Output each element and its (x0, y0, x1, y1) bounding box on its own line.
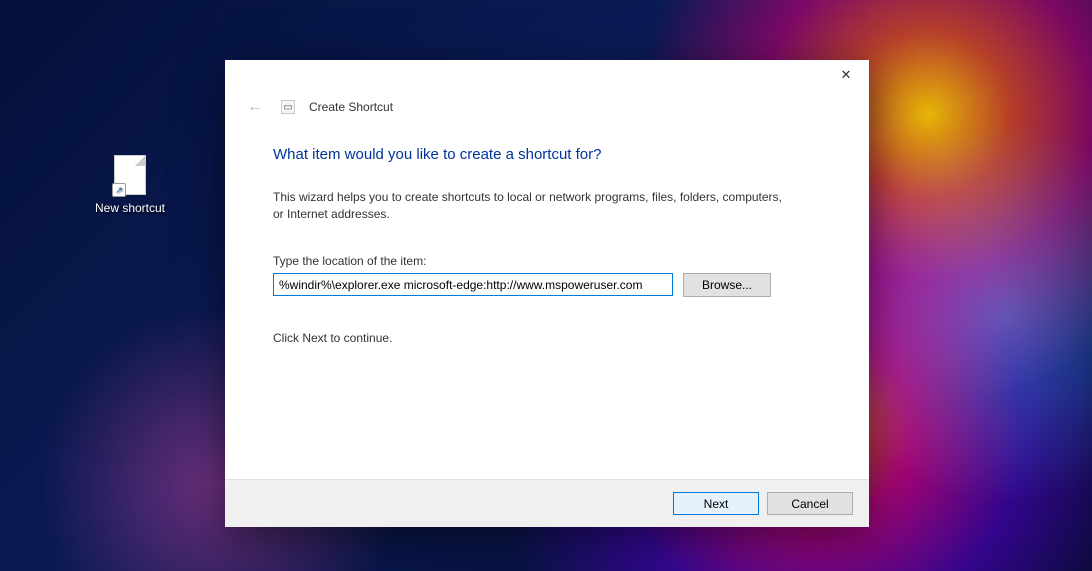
desktop-shortcut-label: New shortcut (85, 201, 175, 215)
desktop-shortcut[interactable]: ↗ New shortcut (85, 155, 175, 215)
close-button[interactable]: ✕ (823, 60, 869, 90)
location-field-row: Browse... (273, 273, 821, 297)
shortcut-arrow-badge: ↗ (112, 183, 126, 197)
dialog-heading: What item would you like to create a sho… (273, 146, 821, 163)
dialog-content: What item would you like to create a sho… (225, 118, 869, 479)
wizard-title: Create Shortcut (309, 100, 393, 114)
continue-hint: Click Next to continue. (273, 331, 821, 345)
next-button[interactable]: Next (673, 492, 759, 515)
location-field-label: Type the location of the item: (273, 254, 821, 268)
dialog-header-row: ← ▭ Create Shortcut (225, 92, 869, 118)
location-input[interactable] (273, 273, 673, 296)
back-button[interactable]: ← (243, 96, 267, 118)
dialog-titlebar: ✕ (225, 60, 869, 92)
arrow-left-icon: ← (247, 98, 263, 115)
create-shortcut-dialog: ✕ ← ▭ Create Shortcut What item would yo… (225, 60, 869, 527)
dialog-footer: Next Cancel (225, 479, 869, 527)
cancel-button[interactable]: Cancel (767, 492, 853, 515)
wizard-icon: ▭ (281, 100, 295, 114)
close-icon: ✕ (841, 67, 852, 83)
browse-button[interactable]: Browse... (683, 273, 771, 297)
desktop-background: ↗ New shortcut ✕ ← ▭ Create Shortcut Wha… (0, 0, 1092, 571)
shortcut-file-icon: ↗ (114, 155, 146, 195)
dialog-description: This wizard helps you to create shortcut… (273, 189, 793, 224)
